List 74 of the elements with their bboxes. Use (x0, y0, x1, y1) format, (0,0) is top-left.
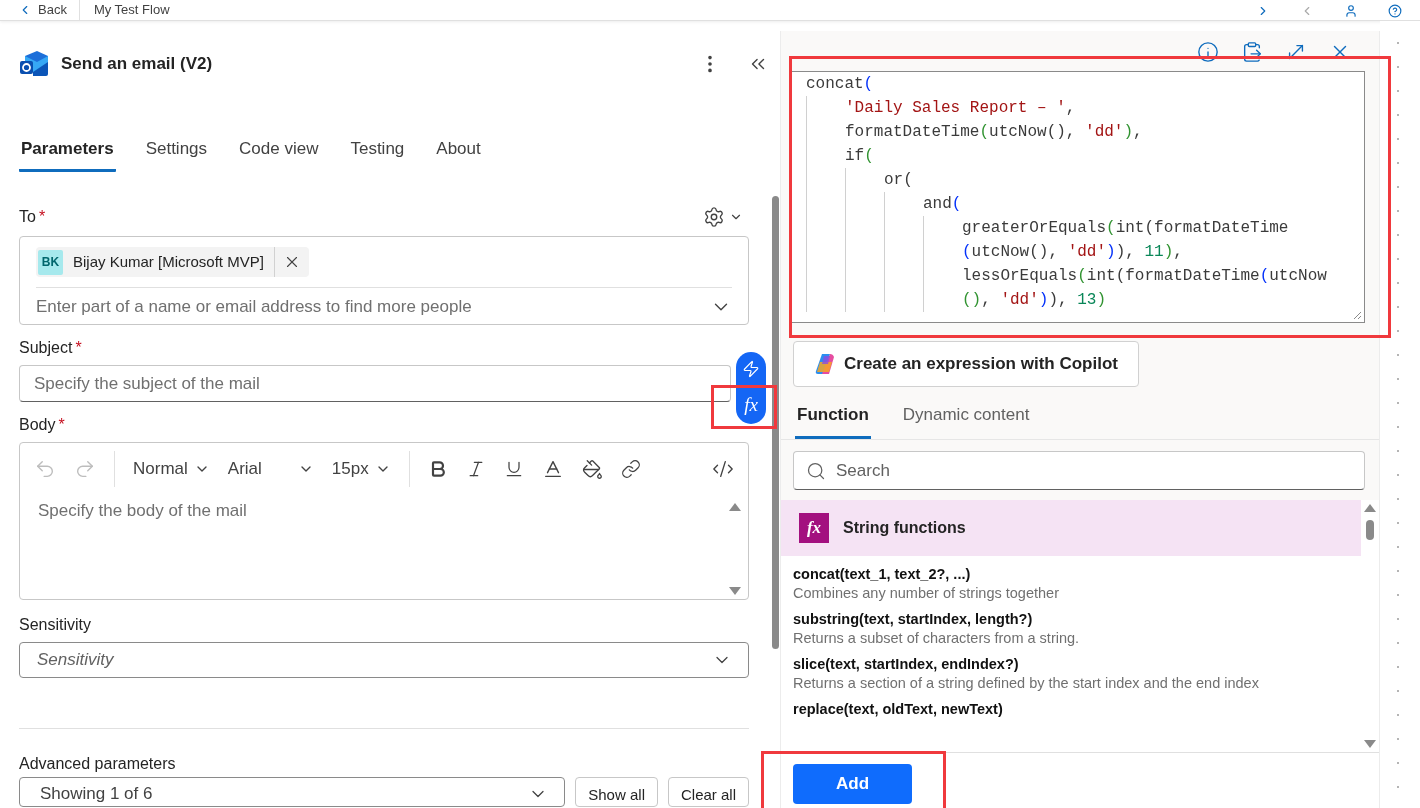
mail-app-icon (19, 50, 49, 78)
tab[interactable]: Testing (348, 131, 407, 172)
advanced-dropdown[interactable]: Showing 1 of 6 (19, 777, 566, 807)
recipient-chip[interactable]: BK Bijay Kumar [Microsoft MVP] (36, 247, 309, 277)
function-item[interactable]: replace(text, oldText, newText) (781, 691, 1361, 717)
required-mark: * (38, 208, 46, 226)
code-line: or( (884, 170, 913, 191)
person-icon[interactable] (1344, 4, 1358, 18)
body-editor[interactable]: Normal Arial 15px Specify the body of the mail (19, 442, 749, 600)
function-description: Returns a section of a string defined by the start index and the end index (793, 675, 1260, 691)
code-icon[interactable] (712, 458, 734, 480)
resize-grip-icon[interactable] (1352, 310, 1362, 320)
tab[interactable]: Function (795, 401, 871, 439)
flow-name: My Test Flow (92, 2, 170, 19)
search-icon (806, 461, 826, 481)
highlight-frame (711, 385, 777, 429)
tab[interactable]: Dynamic content (900, 401, 1032, 439)
scrollbar[interactable] (772, 196, 779, 649)
function-description: Combines any number of strings together (793, 585, 1060, 601)
field-label: To (19, 208, 36, 226)
field-label: Body (19, 416, 56, 434)
field-label: Subject (19, 339, 73, 357)
recipient-name: Bijay Kumar [Microsoft MVP] (73, 247, 275, 277)
avatar-initials: BK (38, 249, 63, 275)
field-label: Advanced parameters (19, 755, 177, 773)
tab[interactable]: Parameters (19, 131, 116, 172)
function-signature: substring(text, startIndex, length?) (793, 611, 1034, 627)
action-button[interactable]: Clear all (667, 777, 749, 807)
tab[interactable]: About (434, 131, 483, 172)
settings-icon[interactable] (703, 206, 725, 228)
code-line: (), 'dd')), 13) (962, 290, 1107, 311)
function-description: Returns a subset of characters from a string. (793, 630, 1081, 646)
required-mark: * (75, 339, 82, 357)
lightning-icon[interactable] (742, 360, 760, 378)
function-item[interactable]: concat(text_1, text_2?, ...) Combines any number of strings together (781, 556, 1361, 601)
field-label: Sensitivity (19, 616, 92, 634)
tab[interactable]: Code view (237, 131, 321, 172)
font-dropdown[interactable]: Arial (227, 459, 314, 479)
action-button[interactable]: Show all (575, 777, 658, 807)
paint-bucket-icon[interactable] (581, 458, 603, 480)
style-dropdown[interactable]: Normal (133, 459, 210, 479)
function-item[interactable]: substring(text, startIndex, length?) Returns a subset of characters from a string. (781, 601, 1361, 646)
search-field[interactable]: Search (793, 451, 1365, 490)
code-line: lessOrEquals(int(formatDateTime(utcNow (962, 266, 1327, 287)
sensitivity-dropdown[interactable]: Sensitivity (19, 642, 749, 678)
size-dropdown[interactable]: 15px (331, 459, 391, 479)
link-icon[interactable] (620, 459, 641, 479)
code-line: if( (845, 146, 874, 167)
category-name: String functions (843, 519, 966, 537)
action-title: Send an email (V2) (61, 54, 214, 74)
code-line: (utcNow(), 'dd')), 11), (962, 242, 1183, 263)
back-link[interactable]: Back (0, 0, 80, 20)
add-button[interactable]: Add (793, 764, 912, 804)
info-icon[interactable] (1197, 41, 1219, 63)
code-line: and( (923, 194, 962, 215)
category-header[interactable]: fx String functions (781, 500, 1361, 556)
code-line: concat( (806, 74, 874, 95)
code-line: formatDateTime(utcNow(), 'dd'), (845, 122, 1143, 143)
expression-button[interactable]: fx (744, 394, 758, 416)
tab[interactable]: Settings (143, 131, 210, 172)
required-mark: * (58, 416, 65, 434)
function-signature: slice(text, startIndex, endIndex?) (793, 656, 1020, 672)
code-line: greaterOrEquals(int(formatDateTime (962, 218, 1289, 239)
expression-editor[interactable]: concat( 'Daily Sales Report – ', formatDateTime(utcNow(), 'dd'), if( or( and( greaterOrEquals(int(formatDateTime (utcNow(), 'dd')), 11), lessOrEquals(int(formatDateTime(utcNow (), 'dd')), 13) (791, 71, 1365, 323)
subject-field[interactable]: Specify the subject of the mail (19, 365, 731, 402)
recipients-field[interactable]: BK Bijay Kumar [Microsoft MVP] Enter part of a name or email address to find more people (19, 236, 749, 325)
copilot-button[interactable]: Create an expression with Copilot (793, 341, 1139, 387)
function-signature: concat(text_1, text_2?, ...) (793, 566, 972, 582)
function-item[interactable]: slice(text, startIndex, endIndex?) Returns a section of a string defined by the start index and the end index (781, 646, 1361, 691)
code-line: 'Daily Sales Report – ', (845, 98, 1076, 119)
function-icon: fx (799, 513, 829, 543)
clipboard-icon[interactable] (1241, 41, 1263, 63)
help-icon[interactable] (1388, 4, 1402, 18)
function-signature: replace(text, oldText, newText) (793, 701, 1004, 717)
